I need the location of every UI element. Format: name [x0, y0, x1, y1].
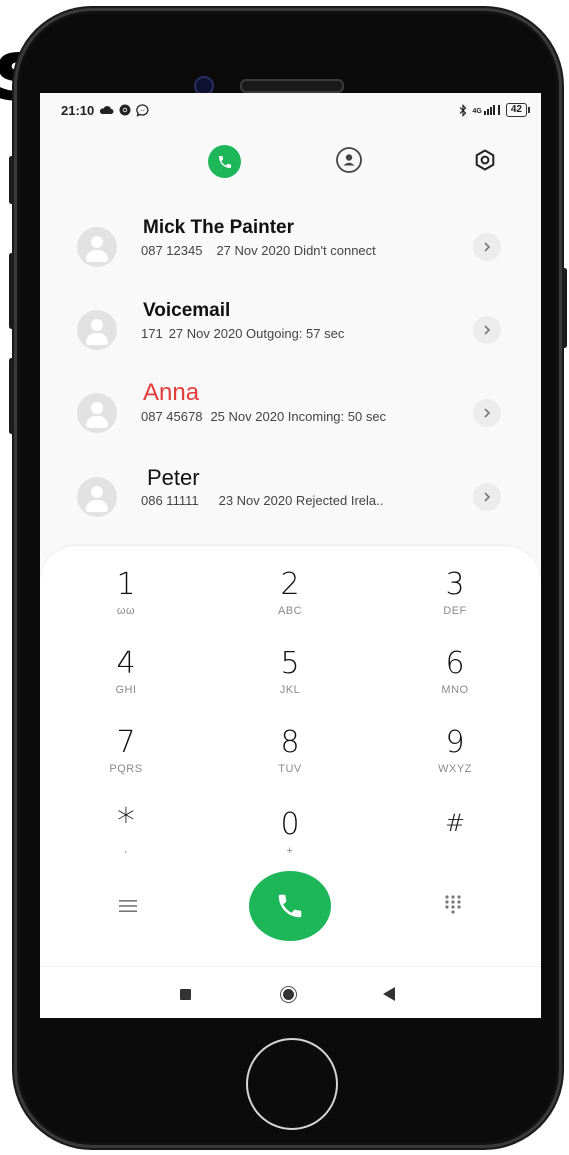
avatar — [77, 310, 117, 350]
key-3[interactable]: 3 DEF — [395, 568, 515, 638]
key-digit: 3 — [445, 567, 465, 602]
key-digit: 2 — [280, 567, 300, 602]
avatar — [77, 393, 117, 433]
key-letters: TUV — [278, 763, 302, 775]
chevron-right-icon — [484, 325, 491, 335]
call-info: 27 Nov 2020 Outgoing: 57 sec — [168, 326, 345, 341]
status-bar: 21:10 4G 42 — [40, 93, 541, 127]
key-digit: 8 — [280, 725, 300, 760]
key-letters: + — [286, 845, 294, 857]
menu-icon[interactable] — [118, 898, 138, 914]
call-details-button[interactable] — [473, 483, 501, 511]
key-6[interactable]: 6 MNO — [395, 647, 515, 717]
side-button-power — [562, 268, 567, 348]
contacts-icon — [336, 147, 362, 173]
bluetooth-icon — [459, 103, 466, 117]
call-log-row[interactable]: Peter 086 11111 23 Nov 2020 Rejected Irel… — [40, 463, 541, 543]
chevron-right-icon — [484, 492, 491, 502]
phone-number: 087 12345 — [141, 243, 203, 258]
key-letters: , — [124, 843, 128, 855]
chevron-right-icon — [484, 242, 491, 252]
call-info: 23 Nov 2020 Rejected Irela.. — [218, 493, 384, 508]
call-details-button[interactable] — [473, 316, 501, 344]
key-letters: PQRS — [109, 763, 143, 775]
side-button-volume-up — [9, 253, 14, 329]
cloud-icon — [100, 106, 114, 114]
key-1[interactable]: 1 ωω — [66, 568, 186, 638]
call-info: 25 Nov 2020 Incoming: 50 sec — [210, 409, 387, 424]
key-digit: 0 — [280, 807, 300, 842]
status-time: 21:10 — [61, 102, 95, 118]
4g-signal-icon: 4G — [473, 105, 500, 115]
key-digit: 6 — [445, 646, 465, 681]
system-nav-bar — [40, 966, 541, 1018]
key-digit: * — [117, 801, 135, 842]
avatar — [77, 477, 117, 517]
key-star[interactable]: *, — [66, 804, 186, 874]
call-detail: 087 12345 27 Nov 2020 Didn't connect — [141, 243, 447, 258]
key-5[interactable]: 5 JKL — [230, 647, 350, 717]
voicemail-icon: ωω — [116, 605, 136, 617]
key-letters: DEF — [443, 605, 467, 617]
key-digit: 1 — [116, 567, 136, 602]
key-letters: ABC — [277, 605, 303, 617]
call-info: 27 Nov 2020 Didn't connect — [216, 243, 376, 258]
avatar — [77, 227, 117, 267]
call-detail: 086 11111 23 Nov 2020 Rejected Irela.. — [141, 493, 447, 508]
call-detail: 171 27 Nov 2020 Outgoing: 57 sec — [141, 326, 447, 341]
tab-settings[interactable] — [468, 143, 502, 177]
key-2[interactable]: 2 ABC — [230, 568, 350, 638]
call-detail: 087 45678 25 Nov 2020 Incoming: 50 sec — [141, 409, 447, 424]
network-label: 4G — [472, 108, 482, 115]
battery-indicator: 42 — [505, 103, 531, 117]
key-4[interactable]: 4 GHI — [66, 647, 186, 717]
key-letters: JKL — [279, 684, 301, 696]
phone-number: 086 11111 — [141, 493, 199, 508]
key-digit: 5 — [280, 646, 300, 681]
phone-number: 171 — [141, 326, 163, 341]
tab-recents[interactable] — [208, 145, 241, 178]
earpiece-speaker — [240, 79, 344, 93]
call-button[interactable] — [249, 871, 331, 941]
key-digit: 7 — [116, 725, 136, 760]
phone-screen: 21:10 4G 42 Mick The Painter 087 12345 2… — [40, 93, 541, 1018]
call-details-button[interactable] — [473, 399, 501, 427]
phone-icon — [218, 155, 231, 168]
key-9[interactable]: 9 WXYZ — [395, 726, 515, 796]
key-letters: GHI — [115, 684, 137, 696]
key-hash[interactable]: # — [395, 808, 515, 878]
contact-name: Anna — [143, 379, 200, 406]
tab-contacts[interactable] — [332, 143, 366, 177]
top-tabs — [40, 143, 541, 183]
key-8[interactable]: 8 TUV — [230, 726, 350, 796]
recents-square-icon[interactable] — [180, 989, 191, 1000]
key-letters: MNO — [441, 684, 469, 696]
call-log-row[interactable]: Anna 087 45678 25 Nov 2020 Incoming: 50 s… — [40, 379, 541, 459]
home-button[interactable] — [246, 1038, 338, 1130]
phone-icon — [278, 894, 302, 918]
chrome-icon — [119, 104, 131, 116]
messenger-icon — [136, 103, 149, 117]
dialpad: 1 ωω 2 ABC 3 DEF 4 GHI 5 JKL 6 MNO 7 PQRS 8 TUV … — [40, 546, 541, 1018]
side-button-volume-down — [9, 358, 14, 434]
settings-icon — [475, 149, 495, 171]
contact-name: Mick The Painter — [143, 217, 294, 238]
keypad-toggle-icon[interactable] — [443, 894, 463, 914]
key-0[interactable]: 0 + — [230, 808, 350, 878]
call-log-row[interactable]: Voicemail 171 27 Nov 2020 Outgoing: 57 se… — [40, 296, 541, 376]
back-triangle-icon[interactable] — [383, 987, 395, 1001]
side-button-mute — [9, 156, 14, 204]
key-7[interactable]: 7 PQRS — [66, 726, 186, 796]
phone-number: 087 45678 — [141, 409, 203, 424]
chevron-right-icon — [484, 408, 491, 418]
key-digit: # — [444, 809, 466, 837]
contact-name: Voicemail — [143, 300, 231, 321]
contact-name: Peter — [147, 465, 200, 490]
home-circle-icon[interactable] — [280, 986, 297, 1003]
call-log-row[interactable]: Mick The Painter 087 12345 27 Nov 2020 Di… — [40, 213, 541, 293]
key-digit: 9 — [445, 725, 465, 760]
key-digit: 4 — [116, 646, 136, 681]
key-letters: WXYZ — [438, 763, 472, 775]
call-details-button[interactable] — [473, 233, 501, 261]
